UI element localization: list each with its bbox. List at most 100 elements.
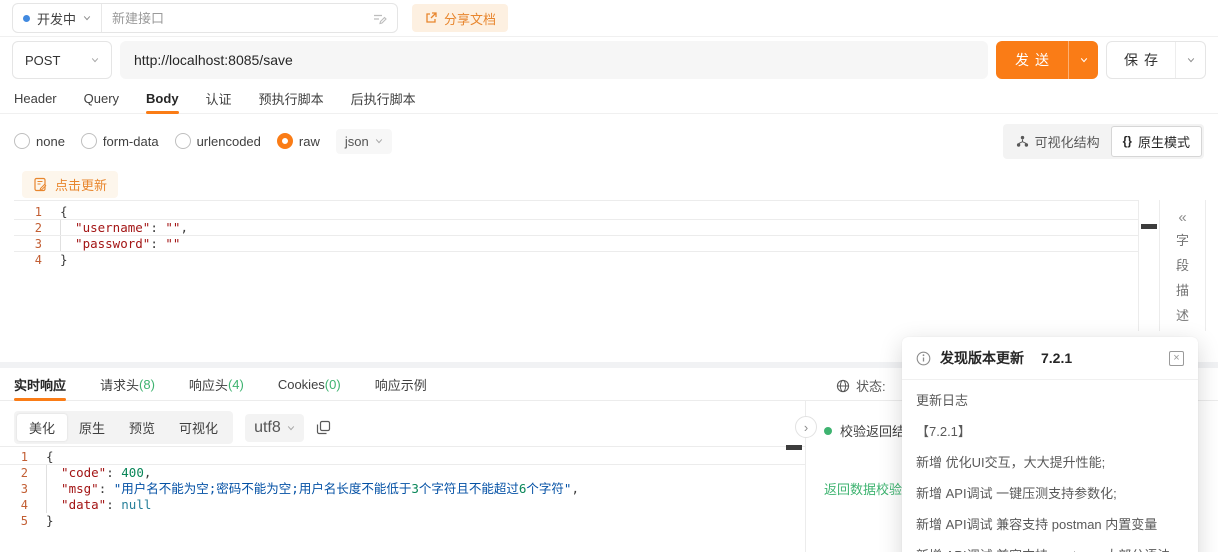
line-number: 1 [14, 204, 60, 219]
status-label: 开发中 [37, 9, 76, 28]
close-icon[interactable]: × [1169, 351, 1184, 366]
share-doc-button[interactable]: 分享文档 [412, 4, 508, 32]
encoding-select[interactable]: utf8 [245, 414, 304, 442]
response-pane: 美化 原生 预览 可视化 utf8 1{2 "code": 400,3 "msg… [0, 401, 806, 552]
api-name-field [102, 4, 397, 32]
line-number: 3 [14, 236, 60, 251]
popup-header: 发现版本更新 7.2.1 × [902, 337, 1198, 380]
radio-circle [14, 133, 30, 149]
edit-icon[interactable] [372, 11, 387, 26]
viewer-visual[interactable]: 可视化 [167, 414, 230, 441]
method-select[interactable]: POST [12, 41, 112, 79]
validate-result-label: 校验返回结 [840, 421, 905, 440]
chevron-down-icon [1187, 56, 1195, 64]
api-name-input[interactable] [112, 11, 366, 26]
tab-pre-script[interactable]: 预执行脚本 [259, 83, 324, 113]
tab-label: 请求头 [100, 375, 139, 394]
send-button[interactable]: 发送 [996, 41, 1098, 79]
radio-urlencoded[interactable]: urlencoded [175, 133, 261, 149]
collapse-pane-button[interactable]: › [795, 416, 817, 438]
tab-cookies[interactable]: Cookies(0) [278, 368, 341, 400]
popup-title: 发现版本更新 [940, 348, 1024, 368]
viewer-mode-switch: 美化 原生 预览 可视化 [14, 411, 233, 444]
doc-edit-icon [33, 177, 48, 192]
changelog-line: 新增 API调试 兼容支持 postman 大部分语法，如 pm.respons… [916, 547, 1184, 552]
line-number: 3 [0, 481, 46, 497]
copy-button[interactable] [316, 420, 331, 435]
line-number: 2 [0, 465, 46, 481]
viewer-raw[interactable]: 原生 [67, 414, 117, 441]
visual-structure-button[interactable]: 可视化结构 [1005, 127, 1111, 156]
scrollbar-thumb[interactable] [1141, 224, 1157, 229]
tab-body[interactable]: Body [146, 83, 179, 113]
raw-format-label: json [345, 134, 369, 149]
tab-response-example[interactable]: 响应示例 [375, 368, 427, 400]
validate-result-row: 校验返回结 [824, 421, 905, 440]
line-number: 2 [14, 220, 60, 235]
indent-guide [46, 465, 47, 481]
radio-none-label: none [36, 134, 65, 149]
tab-label: 实时响应 [14, 375, 66, 394]
visual-structure-label: 可视化结构 [1035, 132, 1100, 151]
changelog-line: 新增 优化UI交互，大大提升性能; [916, 454, 1184, 472]
code-line[interactable]: 1{ [14, 204, 1138, 220]
collapse-panel-icon[interactable]: « [1178, 208, 1186, 228]
api-status-select[interactable]: 开发中 [13, 4, 102, 32]
save-dropdown[interactable] [1175, 42, 1205, 78]
code-line[interactable]: 1{ [0, 449, 806, 465]
tree-structure-icon [1016, 135, 1029, 148]
chevron-down-icon [287, 424, 295, 432]
radio-circle-checked [277, 133, 293, 149]
line-number: 5 [0, 513, 46, 529]
tab-response-headers[interactable]: 响应头(4) [189, 368, 244, 400]
response-body-editor[interactable]: 1{2 "code": 400,3 "msg": "用户名不能为空;密码不能为空… [0, 446, 806, 529]
chevron-down-icon [1080, 56, 1088, 64]
code-line[interactable]: 5} [0, 513, 806, 529]
tab-query[interactable]: Query [84, 83, 119, 113]
viewer-preview[interactable]: 预览 [117, 414, 167, 441]
body-type-row: none form-data urlencoded raw json 可视化 [0, 122, 1218, 160]
return-data-validate-link[interactable]: 返回数据校验 [824, 479, 902, 498]
tab-request-headers[interactable]: 请求头(8) [100, 368, 155, 400]
save-label: 保存 [1107, 42, 1175, 78]
scrollbar-thumb[interactable] [786, 445, 802, 450]
tab-realtime-response[interactable]: 实时响应 [14, 368, 66, 400]
code-line[interactable]: 3 "msg": "用户名不能为空;密码不能为空;用户名长度不能低于3个字符且不… [0, 481, 806, 497]
click-update-label: 点击更新 [55, 175, 107, 194]
tab-header[interactable]: Header [14, 83, 57, 113]
radio-form-data[interactable]: form-data [81, 133, 159, 149]
globe-icon [836, 379, 850, 393]
request-body-editor[interactable]: 1{2 "username": "",3 "password": ""4} [14, 200, 1138, 268]
code-line[interactable]: 2 "code": 400, [0, 465, 806, 481]
tab-label: Cookies [278, 377, 325, 392]
changelog-line: 新增 API调试 一键压测支持参数化; [916, 485, 1184, 503]
indent-guide [46, 497, 47, 513]
line-number: 1 [0, 449, 46, 464]
viewer-beautify[interactable]: 美化 [17, 414, 67, 441]
popup-version: 7.2.1 [1041, 350, 1072, 366]
code-line[interactable]: 4} [14, 252, 1138, 268]
code-line[interactable]: 3 "password": "" [14, 236, 1138, 252]
chevron-down-icon [91, 56, 99, 64]
code-line[interactable]: 4 "data": null [0, 497, 806, 513]
field-desc-char: 述 [1176, 303, 1189, 328]
send-dropdown[interactable] [1068, 41, 1098, 79]
tab-count: (4) [228, 377, 244, 392]
raw-format-select[interactable]: json [336, 129, 392, 154]
radio-raw[interactable]: raw [277, 133, 320, 149]
api-name-group: 开发中 [12, 3, 398, 33]
url-input[interactable] [120, 41, 988, 79]
raw-mode-button[interactable]: {} 原生模式 [1111, 126, 1202, 157]
tab-count: (8) [139, 377, 155, 392]
tab-auth[interactable]: 认证 [206, 83, 232, 113]
code-line[interactable]: 2 "username": "", [14, 220, 1138, 236]
green-status-dot [824, 427, 832, 435]
radio-circle [81, 133, 97, 149]
save-button[interactable]: 保存 [1106, 41, 1206, 79]
tab-post-script[interactable]: 后执行脚本 [351, 83, 416, 113]
changelog-line: 新增 API调试 兼容支持 postman 内置变量 [916, 516, 1184, 534]
click-update-button[interactable]: 点击更新 [22, 171, 118, 198]
radio-none[interactable]: none [14, 133, 65, 149]
radio-form-data-label: form-data [103, 134, 159, 149]
radio-urlencoded-label: urlencoded [197, 134, 261, 149]
